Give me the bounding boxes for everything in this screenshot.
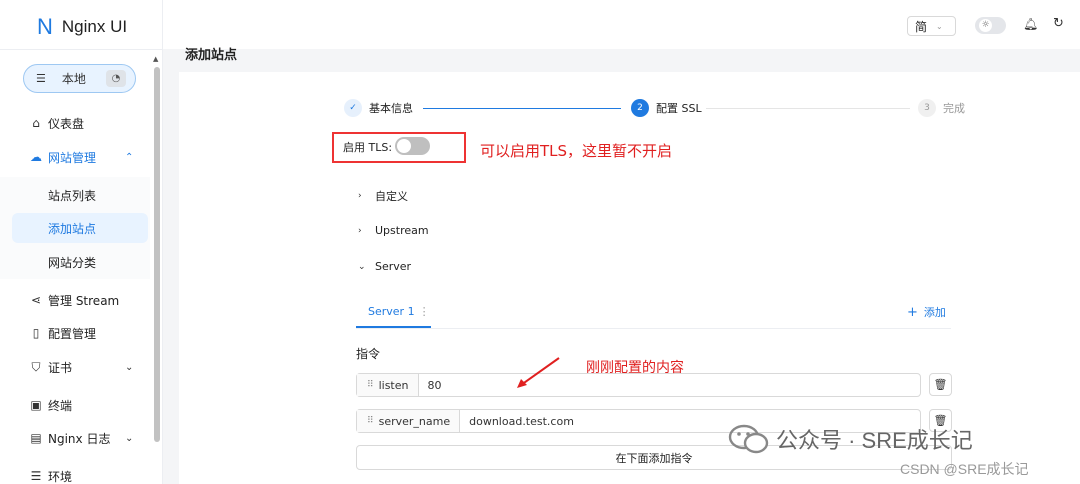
config-annotation: 刚刚配置的内容 bbox=[586, 360, 684, 376]
language-select[interactable]: 简 ⌄ bbox=[907, 16, 956, 36]
annotation-arrow-icon bbox=[517, 357, 560, 388]
step-finish: 3 完成 bbox=[918, 99, 965, 117]
step-label: 基本信息 bbox=[369, 102, 413, 115]
cloud-icon: ☁ bbox=[30, 150, 42, 164]
step-label: 配置 SSL bbox=[656, 102, 702, 115]
sidebar-item-nginx-log[interactable]: ▤ Nginx 日志 ⌄ bbox=[0, 423, 150, 453]
toggle-knob bbox=[397, 139, 411, 153]
file-icon: ▯ bbox=[32, 326, 40, 340]
gauge-icon[interactable]: ◔ bbox=[106, 70, 126, 87]
sidebar-item-label: 终端 bbox=[48, 398, 73, 413]
log-icon: ▤ bbox=[30, 431, 42, 445]
share-icon: ⋖ bbox=[30, 293, 42, 307]
directive-name[interactable]: ⠿ server_name bbox=[357, 410, 461, 432]
sidebar-scrollbar[interactable]: ▲ bbox=[151, 55, 162, 484]
sidebar-item-label: 环境 bbox=[48, 469, 73, 484]
sidebar-item-stream[interactable]: ⋖ 管理 Stream bbox=[0, 285, 150, 315]
sidebar-subitem-site-category[interactable]: 网站分类 bbox=[12, 247, 148, 277]
tab-label: Server 1 bbox=[368, 305, 415, 318]
more-icon[interactable]: ⋮ bbox=[419, 305, 430, 318]
shield-icon: ⛉ bbox=[31, 359, 41, 374]
list-icon: ☰ bbox=[30, 469, 42, 483]
tab-server-1[interactable]: Server 1 ⋮ bbox=[356, 300, 431, 328]
sidebar-item-sites[interactable]: ☁ 网站管理 ⌃ bbox=[0, 142, 150, 172]
server-icon: ☰ bbox=[36, 72, 46, 85]
app-name: Nginx UI bbox=[61, 17, 128, 36]
step-connector-pending bbox=[706, 108, 910, 109]
page-title: 添加站点 bbox=[185, 48, 238, 63]
chevron-down-icon: ⌄ bbox=[125, 361, 134, 373]
chevron-right-icon: › bbox=[358, 225, 362, 236]
collapse-server[interactable]: ⌄ Server bbox=[358, 260, 411, 273]
sidebar-item-terminal[interactable]: ▣ 终端 bbox=[0, 390, 150, 420]
bell-icon[interactable]: 🔔︎ bbox=[1023, 17, 1038, 31]
directives-label: 指令 bbox=[356, 347, 381, 361]
sidebar-item-label: 仪表盘 bbox=[48, 116, 85, 131]
step-connector-done bbox=[423, 108, 621, 109]
app-logo[interactable]: N Nginx UI bbox=[37, 14, 127, 40]
app-window: N Nginx UI ☰ 本地 ◔ ⌂ 仪表盘 ☁ 网站管理 ⌃ 站点列表 添加… bbox=[0, 0, 1080, 484]
environment-selector[interactable]: ☰ 本地 ◔ bbox=[23, 64, 136, 93]
collapse-upstream[interactable]: › Upstream bbox=[358, 224, 429, 237]
drag-handle-icon[interactable]: ⠿ bbox=[367, 380, 374, 390]
sidebar-item-environment[interactable]: ☰ 环境 bbox=[0, 461, 150, 484]
sidebar-item-config[interactable]: ▯ 配置管理 bbox=[0, 318, 150, 348]
nginx-logo-icon: N bbox=[37, 14, 53, 39]
drag-handle-icon[interactable]: ⠿ bbox=[367, 416, 374, 426]
collapse-label: Server bbox=[375, 260, 412, 273]
collapse-label: Upstream bbox=[375, 224, 429, 237]
collapse-custom[interactable]: › 自定义 bbox=[358, 188, 408, 204]
tls-label: 启用 TLS: bbox=[343, 141, 393, 154]
sidebar-subitem-add-site[interactable]: 添加站点 bbox=[12, 213, 148, 243]
step-number: 2 bbox=[631, 99, 649, 117]
delete-directive-button[interactable]: 🗑︎ bbox=[929, 373, 952, 396]
home-icon: ⌂ bbox=[32, 116, 40, 130]
sun-icon: ☼ bbox=[979, 19, 992, 32]
tls-toggle[interactable] bbox=[395, 137, 430, 155]
chevron-down-icon: ⌄ bbox=[936, 21, 943, 31]
environment-label: 本地 bbox=[61, 72, 86, 86]
sidebar-item-dashboard[interactable]: ⌂ 仪表盘 bbox=[0, 108, 150, 138]
collapse-label: 自定义 bbox=[375, 190, 408, 203]
step-basic-info: ✓ 基本信息 bbox=[344, 99, 413, 117]
chevron-down-icon: ⌄ bbox=[358, 261, 366, 272]
sidebar-item-label: 配置管理 bbox=[48, 326, 97, 341]
theme-toggle[interactable]: ☼ bbox=[975, 17, 1006, 34]
plus-icon: + bbox=[907, 305, 918, 320]
sidebar-subitem-site-list[interactable]: 站点列表 bbox=[12, 180, 148, 210]
check-icon: ✓ bbox=[344, 99, 362, 117]
watermark-text: 公众号 · SRE成长记 bbox=[776, 428, 973, 453]
step-configure-ssl: 2 配置 SSL bbox=[631, 99, 702, 117]
directive-name-text: server_name bbox=[378, 414, 451, 428]
step-label: 完成 bbox=[943, 102, 965, 115]
terminal-icon: ▣ bbox=[30, 398, 42, 412]
tab-divider bbox=[356, 328, 951, 329]
wechat-watermark: 公众号 · SRE成长记 bbox=[728, 423, 973, 455]
chevron-down-icon: ⌄ bbox=[125, 432, 134, 444]
tls-annotation: 可以启用TLS，这里暂不开启 bbox=[480, 142, 673, 160]
add-server-button[interactable]: + 添加 bbox=[907, 304, 946, 320]
sidebar-item-label: Nginx 日志 bbox=[48, 431, 111, 446]
wechat-icon bbox=[728, 424, 769, 454]
directive-value-input[interactable]: download.test.com bbox=[460, 415, 574, 428]
scrollbar-thumb[interactable] bbox=[154, 67, 160, 442]
directive-name[interactable]: ⠿ listen bbox=[357, 374, 419, 396]
scroll-up-icon[interactable]: ▲ bbox=[153, 55, 158, 63]
reload-icon[interactable]: ↻ bbox=[1053, 16, 1064, 31]
chevron-right-icon: › bbox=[358, 191, 362, 201]
trash-icon: 🗑︎ bbox=[933, 378, 948, 391]
language-value: 简 bbox=[915, 19, 928, 34]
add-server-label: 添加 bbox=[923, 306, 946, 319]
step-number: 3 bbox=[918, 99, 936, 117]
directive-name-text: listen bbox=[378, 378, 409, 392]
sidebar-item-label: 网站管理 bbox=[48, 150, 97, 165]
sidebar-divider bbox=[0, 49, 163, 50]
sidebar: N Nginx UI ☰ 本地 ◔ ⌂ 仪表盘 ☁ 网站管理 ⌃ 站点列表 添加… bbox=[0, 0, 163, 484]
sidebar-item-certificates[interactable]: ⛉ 证书 ⌄ bbox=[0, 352, 150, 382]
csdn-watermark: CSDN @SRE成长记 bbox=[900, 461, 1029, 477]
sidebar-item-label: 管理 Stream bbox=[48, 293, 120, 308]
chevron-up-icon: ⌃ bbox=[125, 151, 134, 163]
sidebar-item-label: 证书 bbox=[48, 360, 73, 375]
directive-value-input[interactable]: 80 bbox=[419, 379, 442, 392]
